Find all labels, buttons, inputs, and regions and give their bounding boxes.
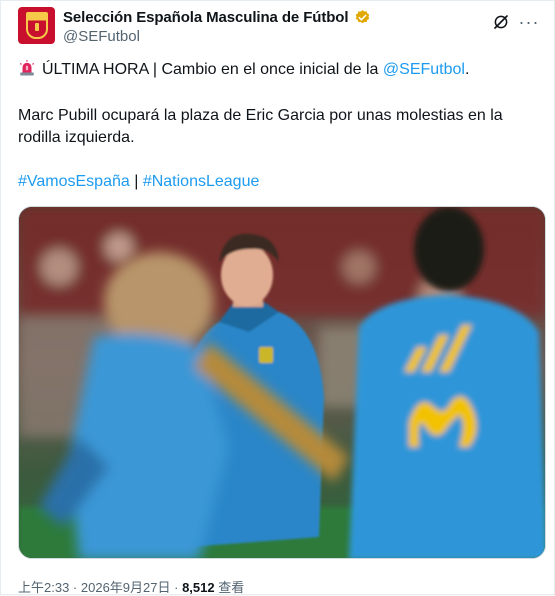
grok-button[interactable]: [490, 11, 512, 33]
tweet-header: Selección Española Masculina de Fútbol @…: [18, 7, 540, 47]
tweet-card: Selección Española Masculina de Fútbol @…: [0, 0, 555, 595]
more-options-button[interactable]: ···: [518, 11, 540, 33]
tweet-date[interactable]: 2026年9月27日: [81, 580, 171, 595]
avatar[interactable]: [18, 7, 55, 44]
view-count[interactable]: 8,512: [182, 580, 215, 595]
display-name[interactable]: Selección Española Masculina de Fútbol: [63, 9, 349, 26]
siren-icon: [19, 60, 35, 76]
name-row: Selección Española Masculina de Fútbol: [63, 9, 371, 26]
hashtag-separator: |: [129, 173, 143, 190]
verified-badge-icon: [356, 10, 370, 24]
handle[interactable]: @SEFutbol: [63, 28, 140, 45]
hashtag-nationsleague[interactable]: #NationsLeague: [143, 173, 260, 190]
meta-separator: ·: [170, 580, 183, 595]
hashtags: #VamosEspaña | #NationsLeague: [18, 171, 259, 193]
grok-icon: [494, 15, 508, 29]
tweet-time[interactable]: 上午2:33: [18, 580, 69, 595]
photo-icon: [19, 207, 545, 558]
tweet-line-prefix: ÚLTIMA HORA | Cambio en el once inicial …: [42, 61, 383, 78]
tweet-line-breaking: ÚLTIMA HORA | Cambio en el once inicial …: [18, 59, 469, 81]
meta-separator: ·: [69, 580, 81, 595]
hashtag-vamosespana[interactable]: #VamosEspaña: [18, 173, 130, 190]
tweet-line-suffix: .: [464, 61, 470, 78]
mention-link[interactable]: @SEFutbol: [383, 61, 465, 78]
tweet-photo[interactable]: [18, 206, 546, 559]
tweet-meta: 上午2:33 · 2026年9月27日 · 8,512 查看: [18, 577, 244, 596]
spain-crest-icon: [25, 12, 48, 39]
tweet-body: Marc Pubill ocupará la plaza de Eric Gar…: [18, 107, 503, 146]
more-options-icon: ···: [518, 12, 540, 32]
views-label: 查看: [214, 580, 245, 595]
